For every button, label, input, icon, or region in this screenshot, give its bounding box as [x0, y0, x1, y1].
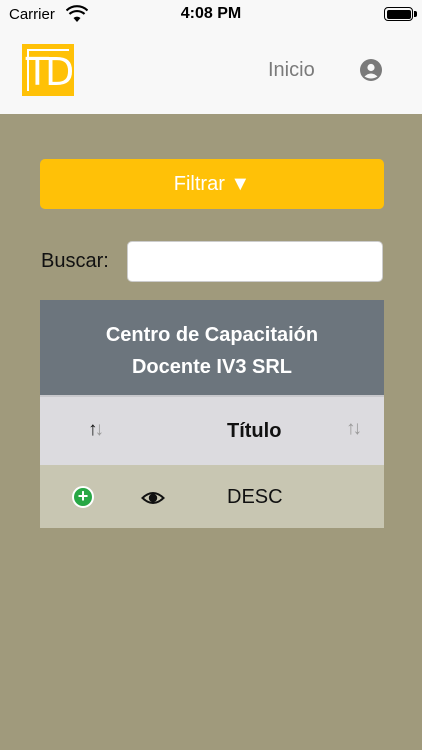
courses-table: Centro de Capacitaión Docente IV3 SRL ↑↓ …	[40, 300, 384, 528]
table-caption: Centro de Capacitaión Docente IV3 SRL	[40, 300, 384, 395]
search-input[interactable]	[127, 241, 383, 282]
table-header: ↑↓ Título ↑↓	[40, 395, 384, 465]
nav-link-inicio[interactable]: Inicio	[268, 59, 315, 82]
navbar: TD Inicio	[0, 28, 422, 114]
eye-icon[interactable]	[140, 489, 166, 507]
app-logo[interactable]: TD	[22, 44, 74, 96]
row-title: DESC	[227, 486, 283, 508]
filter-button[interactable]: Filtrar ▼	[40, 159, 384, 209]
status-bar: Carrier 4:08 PM	[0, 0, 422, 28]
battery-icon	[384, 7, 413, 21]
table-row: + DESC	[40, 465, 384, 528]
sort-arrows-icon[interactable]: ↑↓	[88, 419, 104, 441]
search-label: Buscar:	[41, 250, 109, 272]
column-title-header[interactable]: Título	[227, 420, 281, 443]
user-account-icon[interactable]	[360, 59, 382, 81]
add-icon[interactable]: +	[72, 486, 94, 508]
sort-icon[interactable]: ↑↓	[346, 418, 362, 440]
clock: 4:08 PM	[180, 5, 242, 22]
